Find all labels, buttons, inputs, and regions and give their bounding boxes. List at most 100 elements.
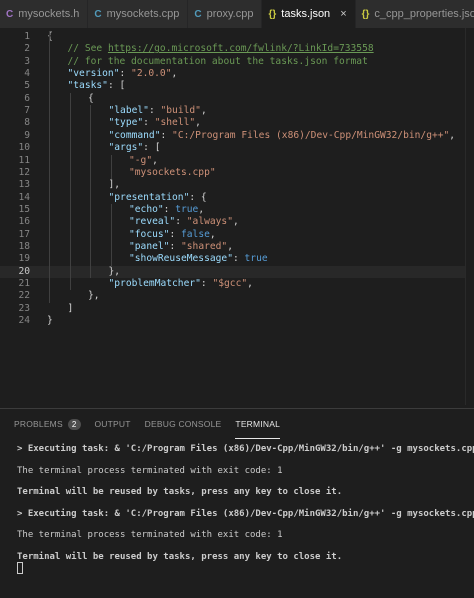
code-line: 22}, <box>0 290 474 302</box>
code-text: "focus": false, <box>129 229 216 241</box>
bottom-panel: PROBLEMS 2 OUTPUT DEBUG CONSOLE TERMINAL > E… <box>0 408 474 598</box>
panel-tab-label: TERMINAL <box>235 418 280 429</box>
code-token: , <box>195 117 201 129</box>
code-token: "build" <box>160 105 201 117</box>
terminal-line: The terminal process terminated with exi… <box>17 465 283 476</box>
panel-tab-terminal[interactable]: TERMINAL <box>235 409 280 439</box>
line-number: 13 <box>18 179 30 191</box>
code-text: "echo": true, <box>129 204 204 216</box>
line-number: 23 <box>18 302 30 314</box>
terminal-line: Terminal will be reused by tasks, press … <box>17 487 343 498</box>
code-token: : <box>169 240 181 252</box>
code-token: , <box>233 216 239 228</box>
code-token: , <box>449 129 456 141</box>
line-number: 16 <box>18 216 30 228</box>
code-editor[interactable]: 1{2// See https://go.microsoft.com/fwlin… <box>0 28 474 405</box>
code-line: 15 "echo": true, <box>0 204 474 216</box>
terminal-line: > Executing task: & 'C:/Program Files (x… <box>17 508 474 519</box>
panel-tab-label: PROBLEMS <box>14 419 63 429</box>
tab-mysockets-h[interactable]: Cmysockets.h <box>0 0 89 28</box>
code-token: : <box>232 253 245 265</box>
code-line: 10 "args": [ <box>0 142 474 154</box>
code-line: 14 "presentation": { <box>0 192 474 204</box>
line-number: 3 <box>24 55 30 67</box>
code-text: // See https://go.microsoft.com/fwlink/?… <box>68 43 374 55</box>
panel-tab-output[interactable]: OUTPUT <box>95 409 131 439</box>
code-token: : <box>143 117 155 129</box>
code-line: 4 "version": "2.0.0", <box>0 68 474 80</box>
line-number: 7 <box>24 105 30 117</box>
tab-proxy-cpp[interactable]: Cproxy.cpp <box>188 0 263 28</box>
code-text: "showReuseMessage": true <box>129 253 268 265</box>
code-text: { <box>88 93 94 105</box>
panel-tab-problems[interactable]: PROBLEMS 2 <box>14 409 81 439</box>
code-text: "version": "2.0.0", <box>68 68 178 80</box>
json-file-icon: {} <box>361 8 370 20</box>
code-text: // for the documentation about the tasks… <box>68 56 368 68</box>
code-token[interactable]: https://go.microsoft.com/fwlink/?LinkId=… <box>108 43 374 54</box>
tab-c-cpp-properties-json[interactable]: {} c_cpp_properties.json <box>355 0 474 28</box>
code-line: 13], <box>0 179 474 191</box>
code-token: , <box>198 203 205 215</box>
line-number: 14 <box>18 191 30 203</box>
code-token: "mysockets.cpp" <box>129 166 216 178</box>
code-line: 7 "label": "build", <box>0 105 474 117</box>
code-token: , <box>171 68 178 80</box>
panel-tab-label: DEBUG CONSOLE <box>144 419 222 429</box>
line-number: 11 <box>18 154 30 166</box>
code-text: "label": "build", <box>109 105 207 117</box>
code-token: : <box>148 105 161 117</box>
cpp-file-icon: C <box>94 8 102 20</box>
code-token: : <box>160 129 173 141</box>
code-text: "problemMatcher": "$gcc", <box>109 278 253 290</box>
code-text: "-g", <box>129 155 158 167</box>
code-line: 5 "tasks": [ <box>0 80 474 92</box>
panel-tab-debug-console[interactable]: DEBUG CONSOLE <box>145 409 222 439</box>
c-header-file-icon: C <box>6 8 14 20</box>
line-number: 4 <box>24 68 30 80</box>
line-number: 12 <box>18 166 30 178</box>
code-token: , <box>152 154 158 166</box>
code-token: } <box>47 315 53 327</box>
tab-tasks-json[interactable]: {} tasks.json × <box>262 0 356 28</box>
line-number: 15 <box>18 203 30 215</box>
code-token: "label" <box>108 105 149 117</box>
code-line: 17 "focus": false, <box>0 229 474 241</box>
code-token: "reveal" <box>129 216 176 228</box>
code-token: { <box>88 92 94 104</box>
code-token: }, <box>108 265 121 277</box>
code-text: "panel": "shared", <box>129 241 233 253</box>
code-line: 23] <box>0 303 474 315</box>
code-token: : [ <box>143 142 161 154</box>
code-token: "type" <box>108 117 144 129</box>
tab-label: mysockets.h <box>18 8 80 20</box>
code-text: } <box>47 315 53 327</box>
line-number: 10 <box>18 142 30 154</box>
panel-tab-label: OUTPUT <box>94 419 131 429</box>
terminal-line: > Executing task: & 'C:/Program Files (x… <box>17 444 474 454</box>
line-number: 6 <box>24 92 30 104</box>
indent-guide <box>110 203 112 266</box>
tab-label: tasks.json <box>281 8 331 20</box>
code-token: "$gcc" <box>212 278 248 289</box>
tab-mysockets-cpp[interactable]: Cmysockets.cpp <box>88 0 189 28</box>
code-token: true <box>175 203 199 215</box>
code-line: 8 "type": "shell", <box>0 117 474 129</box>
close-icon[interactable]: × <box>340 8 346 20</box>
line-number: 21 <box>18 278 30 289</box>
terminal-line: The terminal process terminated with exi… <box>17 530 283 541</box>
code-line: 1{ <box>0 31 474 43</box>
code-token: , <box>247 278 253 289</box>
code-token: : <box>169 228 181 240</box>
code-line: 6{ <box>0 93 474 105</box>
code-token: "args" <box>108 142 144 154</box>
code-token: "shell" <box>154 117 196 129</box>
code-token: , <box>227 240 233 252</box>
editor-scrollbar[interactable] <box>465 28 474 405</box>
indent-guide <box>49 31 50 303</box>
code-token: : { <box>189 191 207 203</box>
code-token: "version" <box>67 68 120 80</box>
code-token: "tasks" <box>67 80 108 92</box>
code-token: "problemMatcher" <box>108 278 201 289</box>
line-number: 17 <box>18 228 30 240</box>
